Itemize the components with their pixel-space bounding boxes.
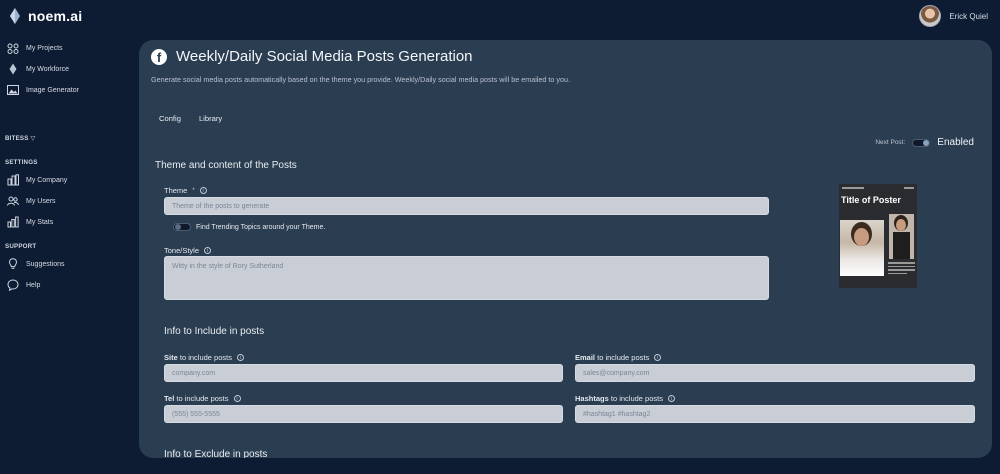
trending-topics-option: Find Trending Topics around your Theme. (173, 223, 325, 231)
page-title-text: Weekly/Daily Social Media Posts Generati… (176, 48, 473, 65)
bitess-section[interactable]: BITESS ▽ (5, 135, 35, 142)
info-icon[interactable]: i (236, 354, 244, 361)
workforce-icon (9, 63, 17, 75)
sidebar-item-image-generator[interactable]: Image Generator (7, 84, 79, 96)
site-label-rest: to include posts (179, 353, 232, 362)
tel-label: Tel to include posts i (164, 394, 241, 403)
help-icon (7, 279, 19, 291)
user-menu[interactable]: Erick Quiel (919, 5, 988, 27)
theme-input[interactable]: Theme of the posts to generate (164, 197, 769, 215)
logo-icon (10, 8, 20, 24)
site-input[interactable]: company.com (164, 364, 563, 382)
info-icon[interactable]: i (233, 395, 241, 402)
lightbulb-icon (9, 258, 17, 269)
next-post-toggle[interactable] (912, 138, 931, 147)
next-post-label: Next Post: (875, 139, 906, 146)
tone-label: Tone/Style i (164, 246, 212, 255)
tone-label-text: Tone/Style (164, 246, 200, 255)
email-input[interactable]: sales@company.com (575, 364, 975, 382)
logo[interactable]: noem.ai (10, 8, 82, 24)
sidebar-item-label: Image Generator (26, 86, 79, 94)
sidebar-item-my-stats[interactable]: My Stats (7, 216, 53, 228)
tel-label-bold: Tel (164, 394, 175, 403)
hashtags-label-bold: Hashtags (575, 394, 609, 403)
avatar[interactable] (919, 5, 942, 27)
info-icon[interactable]: i (667, 395, 675, 402)
site-label-bold: Site (164, 353, 178, 362)
user-name: Erick Quiel (949, 11, 988, 21)
top-bar: noem.ai Erick Quiel (0, 0, 1000, 34)
trending-topics-toggle[interactable] (173, 223, 191, 231)
info-icon[interactable]: i (654, 354, 662, 361)
sidebar-item-suggestions[interactable]: Suggestions (7, 258, 65, 270)
next-post-control: Next Post: Enabled (875, 137, 974, 148)
sidebar-item-help[interactable]: Help (7, 279, 40, 291)
exclude-section-title: Info to Exclude in posts (164, 449, 268, 458)
bitess-label: BITESS (5, 135, 29, 142)
next-post-status: Enabled (937, 137, 974, 148)
logo-text: noem.ai (28, 8, 83, 24)
sidebar-item-my-projects[interactable]: My Projects (7, 42, 63, 54)
facebook-icon: f (151, 48, 167, 65)
theme-label-text: Theme (164, 186, 188, 195)
email-label: Email to include posts i (575, 353, 662, 362)
required-mark: * (192, 187, 195, 194)
theme-label: Theme * i (164, 186, 207, 195)
hashtags-label-rest: to include posts (610, 394, 663, 403)
sidebar-item-label: My Stats (26, 218, 54, 226)
theme-section-title: Theme and content of the Posts (155, 160, 297, 171)
sidebar-item-label: My Users (26, 197, 56, 205)
sidebar-item-label: Help (26, 281, 41, 289)
email-label-bold: Email (575, 353, 596, 362)
chevron-down-icon: ▽ (30, 135, 36, 142)
email-label-rest: to include posts (597, 353, 650, 362)
poster-title: Title of Poster (841, 195, 901, 205)
poster-preview: Title of Poster (839, 184, 917, 288)
tab-bar: Config Library (159, 114, 222, 123)
include-section-title: Info to Include in posts (164, 326, 265, 337)
trending-topics-label: Find Trending Topics around your Theme. (196, 223, 326, 231)
sidebar-item-label: My Company (26, 176, 68, 184)
users-icon (7, 196, 19, 206)
poster-header (842, 187, 914, 189)
poster-text-lines (888, 262, 915, 276)
tab-config[interactable]: Config (159, 114, 181, 123)
stats-icon (7, 216, 19, 228)
main-panel: f Weekly/Daily Social Media Posts Genera… (139, 40, 992, 458)
sidebar-item-label: My Workforce (26, 65, 70, 73)
sidebar-item-my-users[interactable]: My Users (7, 195, 56, 207)
company-icon (7, 174, 19, 186)
sidebar-item-label: Suggestions (26, 260, 65, 268)
poster-photo (840, 220, 884, 276)
tel-input[interactable]: (555) 555-5555 (164, 405, 563, 423)
info-icon[interactable]: i (199, 187, 207, 194)
sidebar-item-my-company[interactable]: My Company (7, 174, 67, 186)
site-label: Site to include posts i (164, 353, 244, 362)
poster-photo (889, 214, 914, 259)
hashtags-input[interactable]: #hashtag1 #hashtag2 (575, 405, 975, 423)
sidebar-item-my-workforce[interactable]: My Workforce (7, 63, 69, 75)
hashtags-label: Hashtags to include posts i (575, 394, 675, 403)
tone-textarea[interactable]: Witty in the style of Rory Sutherland (164, 256, 769, 300)
support-section-title: SUPPORT (5, 243, 37, 250)
info-icon[interactable]: i (204, 247, 212, 254)
page-subtitle: Generate social media posts automaticall… (151, 75, 570, 84)
tab-library[interactable]: Library (199, 114, 222, 123)
projects-icon (7, 43, 19, 54)
settings-section-title: SETTINGS (5, 159, 38, 166)
sidebar-item-label: My Projects (26, 44, 63, 52)
tel-label-rest: to include posts (176, 394, 229, 403)
page-title: f Weekly/Daily Social Media Posts Genera… (151, 48, 473, 65)
image-icon (7, 85, 19, 95)
